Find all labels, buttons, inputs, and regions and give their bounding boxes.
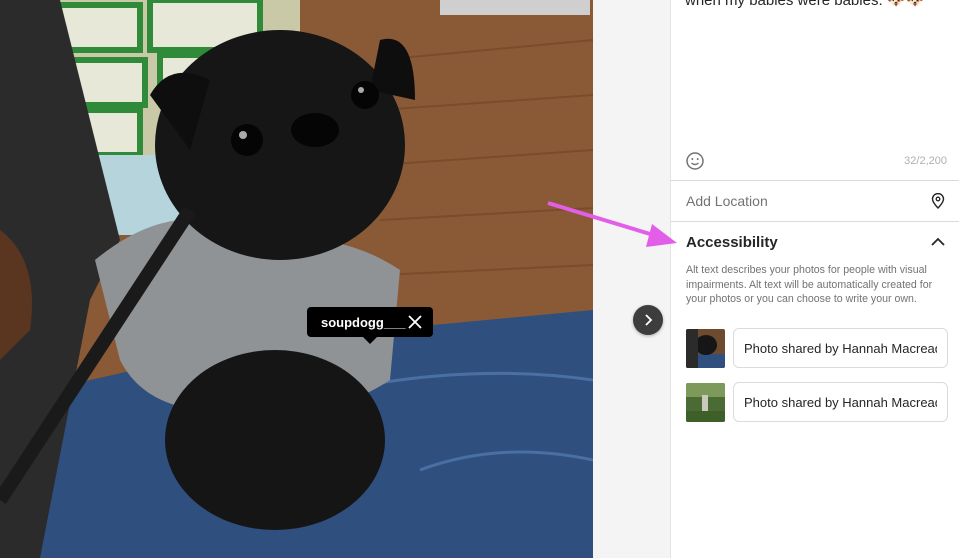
alt-text-row: [686, 328, 948, 368]
photo-thumbnail: [686, 382, 725, 422]
post-settings-panel: when my babies were babies. 🐶🐶 32/2,200 …: [670, 0, 959, 558]
alt-text-row: [686, 382, 948, 422]
accessibility-description: Alt text describes your photos for peopl…: [686, 264, 933, 305]
caption-char-count: 32/2,200: [904, 155, 947, 167]
caption-text[interactable]: when my babies were babies. 🐶🐶: [685, 0, 924, 9]
annotation-arrow: [547, 201, 677, 247]
post-photo: [0, 0, 593, 558]
photo-thumbnail: [686, 328, 725, 368]
emoji-icon[interactable]: [685, 151, 705, 171]
location-placeholder: Add Location: [686, 193, 768, 209]
chevron-right-icon: [645, 314, 653, 326]
user-tag[interactable]: soupdogg___: [307, 307, 433, 344]
accessibility-section-toggle[interactable]: Accessibility: [671, 222, 959, 262]
add-location-field[interactable]: Add Location: [671, 181, 959, 221]
user-tag-label: soupdogg___: [321, 314, 406, 330]
photo-illustration: [0, 0, 593, 558]
alt-text-input[interactable]: [733, 328, 948, 368]
location-pin-icon: [931, 193, 945, 209]
accessibility-title: Accessibility: [686, 233, 778, 251]
next-photo-button[interactable]: [633, 305, 663, 335]
tag-pointer: [363, 337, 377, 344]
close-icon[interactable]: [407, 314, 423, 330]
alt-text-input[interactable]: [733, 382, 948, 422]
carousel-gutter: [593, 0, 670, 558]
chevron-up-icon: [931, 237, 945, 246]
